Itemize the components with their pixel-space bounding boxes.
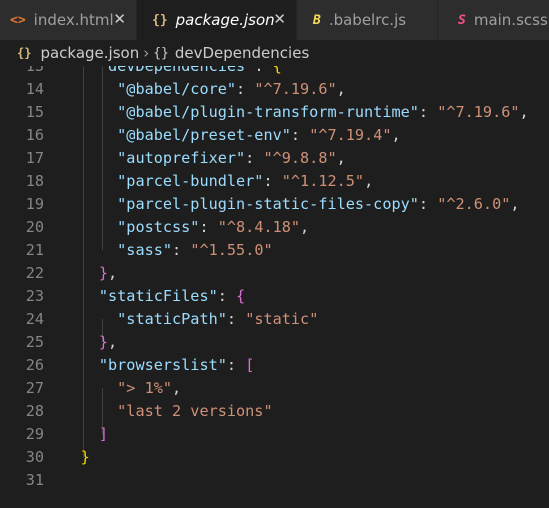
code-line[interactable]: 17 "autoprefixer": "^9.8.8", — [0, 147, 549, 170]
breadcrumb: {} package.json › {} devDependencies — [0, 40, 549, 66]
line-number: 15 — [25, 103, 44, 121]
line-number: 22 — [25, 264, 44, 282]
breadcrumb-file[interactable]: package.json — [40, 44, 139, 62]
line-number: 23 — [25, 287, 44, 305]
line-number: 25 — [25, 333, 44, 351]
tab-label: index.html — [33, 11, 114, 29]
line-number: 28 — [25, 402, 44, 420]
json-icon: {} — [152, 12, 168, 28]
code-text: "sass": "^1.55.0" — [117, 241, 273, 259]
line-number: 30 — [25, 448, 44, 466]
json-icon: {} — [17, 46, 32, 60]
code-line[interactable]: 27 "> 1%", — [0, 377, 549, 400]
code-line[interactable]: 15 "@babel/plugin-transform-runtime": "^… — [0, 101, 549, 124]
code-text: "last 2 versions" — [117, 402, 273, 420]
code-line[interactable]: 31 — [0, 469, 549, 492]
code-text: ] — [98, 425, 109, 443]
code-text: "autoprefixer": "^9.8.8", — [117, 149, 346, 167]
code-text: "@babel/plugin-transform-runtime": "^7.1… — [117, 103, 529, 121]
code-line[interactable]: 26 "browserslist": [ — [0, 354, 549, 377]
code-line[interactable]: 30 } — [0, 446, 549, 469]
code-text: "@babel/preset-env": "^7.19.4", — [117, 126, 401, 144]
code-line[interactable]: 14 "@babel/core": "^7.19.6", — [0, 78, 549, 101]
code-text: "staticPath": "static" — [117, 310, 319, 328]
tab-bar: <> index.html ✕ {} package.json ✕ B .bab… — [0, 0, 549, 40]
line-number: 16 — [25, 126, 44, 144]
line-number: 18 — [25, 172, 44, 190]
close-icon[interactable]: ✕ — [113, 10, 126, 28]
line-number: 20 — [25, 218, 44, 236]
line-number: 26 — [25, 356, 44, 374]
code-line[interactable]: 20 "postcss": "^8.4.18", — [0, 216, 549, 239]
code-text: "parcel-bundler": "^1.12.5", — [117, 172, 374, 190]
code-line[interactable]: 25 }, — [0, 331, 549, 354]
line-number: 19 — [25, 195, 44, 213]
tab-label: package.json — [175, 11, 275, 29]
line-number: 31 — [25, 471, 44, 489]
code-text: "devDependencies": { — [98, 66, 282, 75]
code-text: "parcel-plugin-static-files-copy": "^2.6… — [117, 195, 520, 213]
tab-main-scss[interactable]: S main.scss — [438, 0, 549, 40]
code-text: "@babel/core": "^7.19.6", — [117, 80, 346, 98]
breadcrumb-symbol[interactable]: devDependencies — [175, 44, 309, 62]
line-number: 21 — [25, 241, 44, 259]
code-text: "postcss": "^8.4.18", — [117, 218, 310, 236]
code-editor[interactable]: 13 "devDependencies": {14 "@babel/core":… — [0, 66, 549, 508]
line-number: 24 — [25, 310, 44, 328]
object-symbol-icon: {} — [153, 45, 169, 61]
line-number: 13 — [25, 66, 44, 75]
tab-index-html[interactable]: <> index.html ✕ — [0, 0, 136, 40]
code-line[interactable]: 29 ] — [0, 423, 549, 446]
tab-label: .babelrc.js — [328, 11, 407, 29]
tab-label: main.scss — [473, 11, 548, 29]
tab-package-json[interactable]: {} package.json ✕ — [137, 0, 296, 40]
sass-icon: S — [458, 12, 466, 28]
line-number: 14 — [25, 80, 44, 98]
code-text: }, — [98, 333, 118, 351]
tab-babelrc-js[interactable]: B .babelrc.js — [297, 0, 437, 40]
code-line[interactable]: 16 "@babel/preset-env": "^7.19.4", — [0, 124, 549, 147]
babel-icon: B — [313, 12, 321, 28]
code-line[interactable]: 24 "staticPath": "static" — [0, 308, 549, 331]
line-number: 17 — [25, 149, 44, 167]
code-text: "browserslist": [ — [98, 356, 255, 374]
code-text: "> 1%", — [117, 379, 182, 397]
code-line[interactable]: 23 "staticFiles": { — [0, 285, 549, 308]
chevron-right-icon: › — [143, 44, 150, 62]
code-line[interactable]: 19 "parcel-plugin-static-files-copy": "^… — [0, 193, 549, 216]
html-icon: <> — [10, 12, 26, 28]
line-number: 29 — [25, 425, 44, 443]
code-line[interactable]: 28 "last 2 versions" — [0, 400, 549, 423]
code-text: }, — [98, 264, 118, 282]
code-line[interactable]: 18 "parcel-bundler": "^1.12.5", — [0, 170, 549, 193]
code-line[interactable]: 13 "devDependencies": { — [0, 66, 549, 78]
code-line[interactable]: 21 "sass": "^1.55.0" — [0, 239, 549, 262]
close-icon[interactable]: ✕ — [273, 10, 286, 28]
line-number: 27 — [25, 379, 44, 397]
code-line[interactable]: 22 }, — [0, 262, 549, 285]
code-text: } — [80, 448, 90, 466]
code-text: "staticFiles": { — [98, 287, 246, 305]
